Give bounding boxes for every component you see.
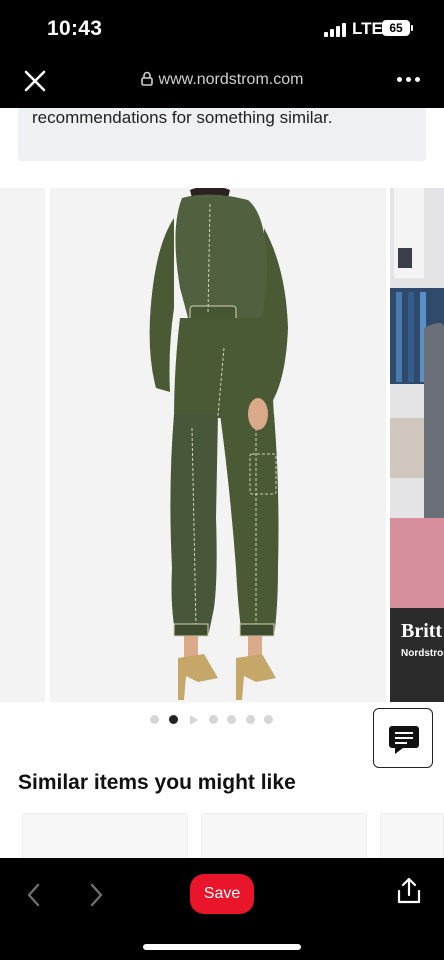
product-image[interactable] [50, 188, 386, 702]
page-dot[interactable] [246, 715, 255, 724]
browser-bar: www.nordstrom.com [0, 56, 444, 108]
page-dot[interactable] [227, 715, 236, 724]
page-dot[interactable] [264, 715, 273, 724]
chat-button[interactable] [373, 708, 433, 768]
browser-toolbar: Save [0, 858, 444, 960]
store-scene-photo [390, 188, 444, 608]
save-button[interactable]: Save [190, 874, 254, 914]
status-bar: 10:43 LTE 65 [0, 0, 444, 56]
similar-items-title: Similar items you might like [18, 771, 296, 794]
product-image-carousel[interactable]: Britt Nordstrom [0, 188, 444, 702]
home-indicator[interactable] [143, 944, 301, 950]
chat-icon [389, 726, 419, 754]
lock-icon [140, 71, 153, 86]
brand-name: Britt [401, 620, 443, 642]
similar-item-card[interactable] [380, 813, 444, 858]
battery-icon: 65 [382, 20, 410, 36]
url-text: www.nordstrom.com [158, 71, 304, 88]
share-icon [397, 877, 421, 904]
page-dot-active[interactable] [169, 715, 178, 724]
status-time: 10:43 [47, 17, 103, 40]
similar-item-card[interactable] [201, 813, 367, 858]
more-options-button[interactable] [395, 74, 423, 86]
jumpsuit-photo [149, 188, 288, 700]
share-button[interactable] [396, 876, 422, 906]
url-display[interactable]: www.nordstrom.com [0, 71, 444, 89]
more-dot-icon [415, 77, 420, 82]
cellular-signal-icon [324, 23, 346, 37]
notice-banner: recommendations for something similar. [18, 108, 426, 161]
forward-button[interactable] [86, 881, 106, 909]
page-dot[interactable] [209, 715, 218, 724]
battery-nub [411, 25, 413, 31]
chevron-right-icon [90, 883, 103, 907]
more-dot-icon [397, 77, 402, 82]
previous-image-peek[interactable] [0, 188, 45, 702]
network-label: LTE [352, 19, 383, 38]
similar-item-card[interactable] [22, 813, 188, 858]
brand-subtitle: Nordstrom [401, 648, 444, 659]
brand-banner: Britt Nordstrom [390, 608, 444, 702]
chevron-left-icon [27, 883, 40, 907]
carousel-pagination [150, 714, 280, 725]
page-dot[interactable] [150, 715, 159, 724]
notice-text: recommendations for something similar. [32, 108, 333, 127]
next-image-peek[interactable]: Britt Nordstrom [390, 188, 444, 702]
video-play-icon[interactable] [190, 715, 198, 725]
more-dot-icon [406, 77, 411, 82]
page-content: recommendations for something similar. B… [0, 108, 444, 858]
battery-level: 65 [389, 21, 403, 35]
back-button[interactable] [24, 881, 44, 909]
